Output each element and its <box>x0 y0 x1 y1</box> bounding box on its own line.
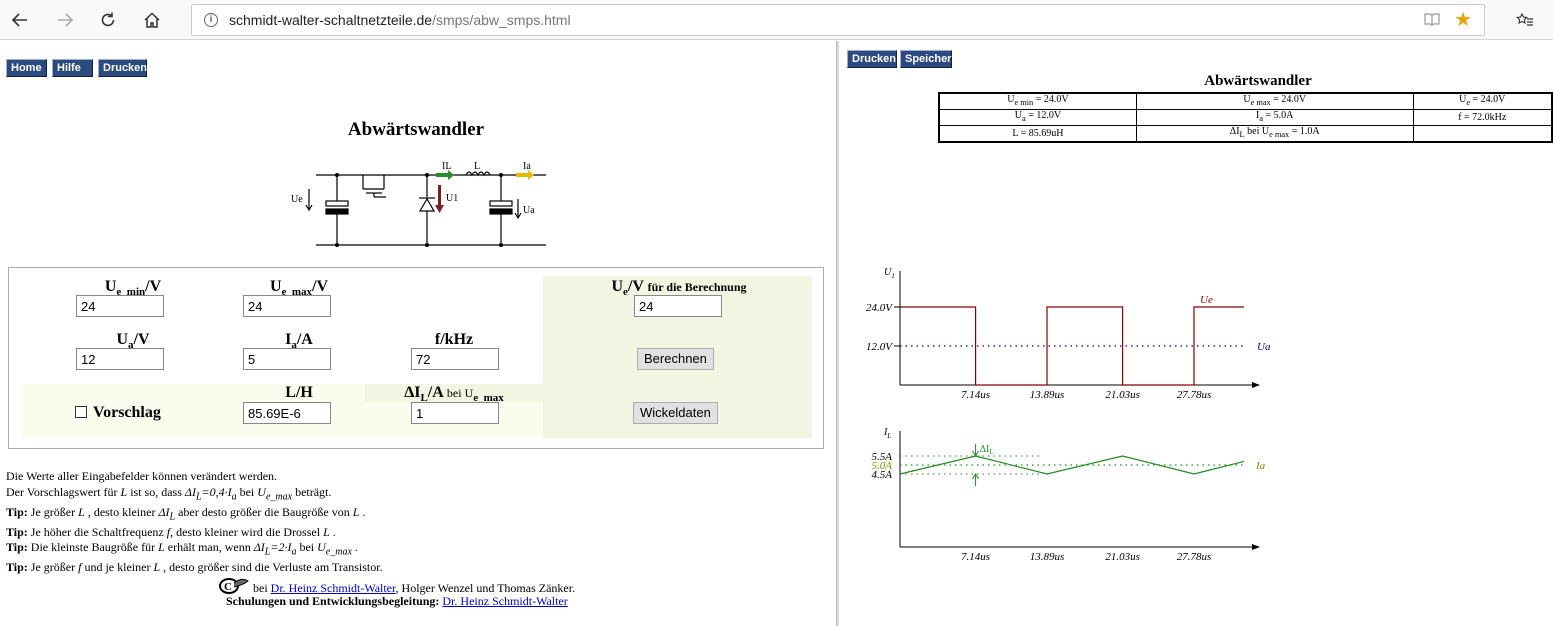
back-icon[interactable] <box>5 5 35 35</box>
frequency-label: f/kHz <box>434 331 474 348</box>
x-tick-label: 21.03us <box>1105 551 1140 563</box>
drucken-button[interactable]: Drucken <box>98 59 147 77</box>
browser-toolbar: i schmidt-walter-schaltnetzteile.de/smps… <box>0 0 1553 40</box>
series-label-ue: Ue <box>1200 294 1213 306</box>
favorite-star-icon[interactable]: ★ <box>1454 10 1472 30</box>
table-row: Ua = 12.0V Ia = 5.0A f = 72.0kHz <box>938 109 1553 126</box>
tip-1: Tip: Je größer L , desto kleiner ΔIL abe… <box>6 504 366 522</box>
ue-calc-input[interactable] <box>634 295 722 317</box>
vorschlag-checkbox[interactable] <box>75 406 87 418</box>
y-tick-label: 4.5A <box>872 469 893 481</box>
x-tick-label: 21.03us <box>1105 389 1140 401</box>
x-tick-label: 7.14us <box>961 389 990 401</box>
circuit-label-u1: U1 <box>446 193 458 204</box>
drucken-button-right[interactable]: Drucken <box>847 50 897 68</box>
y-tick-label: 24.0V <box>866 302 893 314</box>
x-tick-label: 13.89us <box>1030 551 1065 563</box>
cell-ua: Ua = 12.0V <box>938 109 1137 126</box>
voltage-chart: U1 7.14us 13.89us 21.03us 27.78us 24.0V 12.0V U… <box>866 267 1270 401</box>
wickeldaten-button[interactable]: Wickeldaten <box>633 402 718 424</box>
frequency-input[interactable] <box>411 348 499 370</box>
home-icon[interactable] <box>137 5 167 35</box>
x-tick-label: 27.78us <box>1177 551 1212 563</box>
home-button[interactable]: Home <box>6 59 47 77</box>
input-form: Ue_min/V Ue_max/V Ue/V für die Berechnun… <box>8 267 824 449</box>
cell-ue-min: Ue min = 24.0V <box>938 92 1137 110</box>
vorschlag-checkbox-label[interactable]: Vorschlag <box>75 404 185 422</box>
favorites-list-icon[interactable] <box>1510 5 1540 35</box>
y-axis-label: IL <box>883 427 891 440</box>
hilfe-button[interactable]: Hilfe <box>52 59 93 77</box>
address-bar[interactable]: i schmidt-walter-schaltnetzteile.de/smps… <box>191 4 1485 36</box>
cell-dil: ΔIL bei Ue max = 1.0A <box>1135 125 1414 143</box>
berechnen-button[interactable]: Berechnen <box>637 348 714 370</box>
author-link[interactable]: Dr. Heinz Schmidt-Walter <box>271 581 396 595</box>
tip-2: Tip: Je höher die Schaltfrequenz f, dest… <box>6 524 336 539</box>
ua-input[interactable] <box>76 348 164 370</box>
cell-ia: Ia = 5.0A <box>1135 109 1414 126</box>
forward-icon[interactable] <box>50 5 80 35</box>
cell-f: f = 72.0kHz <box>1412 109 1553 126</box>
cell-ue: Ue = 24.0V <box>1412 92 1553 110</box>
reader-view-icon[interactable] <box>1424 12 1440 28</box>
x-axis-arrow <box>1252 544 1260 550</box>
buck-converter-circuit: Ue IL L Ia U1 Ua <box>291 161 546 247</box>
circuit-label-ue: Ue <box>291 194 303 205</box>
right-frame: Drucken Speichern Abwärtswandler Ue min … <box>840 41 1553 626</box>
ia-input[interactable] <box>243 348 331 370</box>
circuit-label-ia: Ia <box>523 161 531 172</box>
delta-annotation: ΔIL <box>980 444 994 456</box>
result-title: Abwärtswandler <box>1204 73 1312 89</box>
circuit-label-l: L <box>474 161 480 172</box>
circuit-label-il: IL <box>442 161 451 172</box>
frame-divider[interactable] <box>836 41 839 626</box>
circuit-label-ua: Ua <box>523 205 535 216</box>
result-table: Ue min = 24.0V Ue max = 24.0V Ue = 24.0V… <box>938 92 1553 143</box>
ue-max-input[interactable] <box>243 295 331 317</box>
table-row: Ue min = 24.0V Ue max = 24.0V Ue = 24.0V <box>938 92 1553 110</box>
l-input[interactable] <box>243 402 331 424</box>
current-chart: IL7.14us 13.89us 21.03us 27.78us5.5A5.0A4.5… <box>872 427 1266 563</box>
notes: Die Werte aller Eingabefelder können ver… <box>6 469 706 576</box>
note-line-1: Die Werte aller Eingabefelder können ver… <box>6 469 278 483</box>
series-label-ia: Ia <box>1255 460 1266 472</box>
table-row: L = 85.69uH ΔIL bei Ue max = 1.0A <box>938 125 1553 143</box>
speichern-button[interactable]: Speichern <box>900 50 958 68</box>
svg-text:C: C <box>224 581 232 593</box>
left-frame: Home Hilfe Drucken Abwärtswandler Ue IL … <box>0 41 836 626</box>
reload-icon[interactable] <box>93 5 123 35</box>
x-tick-label: 13.89us <box>1030 389 1065 401</box>
page-title: Abwärtswandler <box>347 119 485 140</box>
info-icon[interactable]: i <box>204 13 218 27</box>
tip-4: Tip: Je größer f und je kleiner L , dest… <box>6 560 383 575</box>
url-text[interactable]: schmidt-walter-schaltnetzteile.de/smps/a… <box>229 12 571 28</box>
ue-min-input[interactable] <box>76 295 164 317</box>
schulungen-link[interactable]: Dr. Heinz Schmidt-Walter <box>442 594 567 608</box>
x-tick-label: 7.14us <box>961 551 990 563</box>
dil-input[interactable] <box>411 402 499 424</box>
schulungen-line: Schulungen und Entwicklungsbegleitung: D… <box>226 594 568 608</box>
cell-ue-max: Ue max = 24.0V <box>1135 92 1414 110</box>
l-label: L/H <box>285 384 313 401</box>
x-axis-arrow <box>1252 382 1260 388</box>
y-axis-label: U1 <box>884 267 895 280</box>
cell-l: L = 85.69uH <box>938 125 1137 143</box>
y-tick-label: 12.0V <box>866 341 893 353</box>
cell-empty <box>1412 125 1553 143</box>
tip-3: Tip: Die kleinste Baugröße für L erhält … <box>6 540 358 558</box>
series-label-ua: Ua <box>1257 341 1270 353</box>
x-tick-label: 27.78us <box>1177 389 1212 401</box>
note-line-2: Der Vorschlagswert für L ist so, dass ΔI… <box>6 484 332 502</box>
